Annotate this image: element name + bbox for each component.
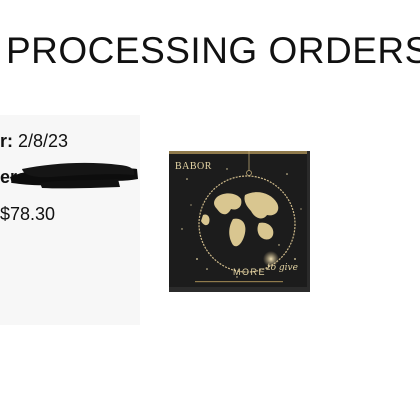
redaction-scribble <box>10 162 138 189</box>
product-tagline: MORE <box>233 267 266 277</box>
product-brand: BABOR <box>175 161 212 172</box>
product-image[interactable]: BABOR MORE to give <box>167 149 312 294</box>
page-title: PROCESSING ORDERS <box>6 30 420 71</box>
order-date-value: 2/8/23 <box>18 131 69 151</box>
order-date-label: r: <box>0 131 13 151</box>
order-date-row: r: 2/8/23 <box>0 132 68 150</box>
product-tagline-script: to give <box>267 263 298 273</box>
order-price: $78.30 <box>0 205 55 223</box>
order-price-value: $78.30 <box>0 204 56 224</box>
